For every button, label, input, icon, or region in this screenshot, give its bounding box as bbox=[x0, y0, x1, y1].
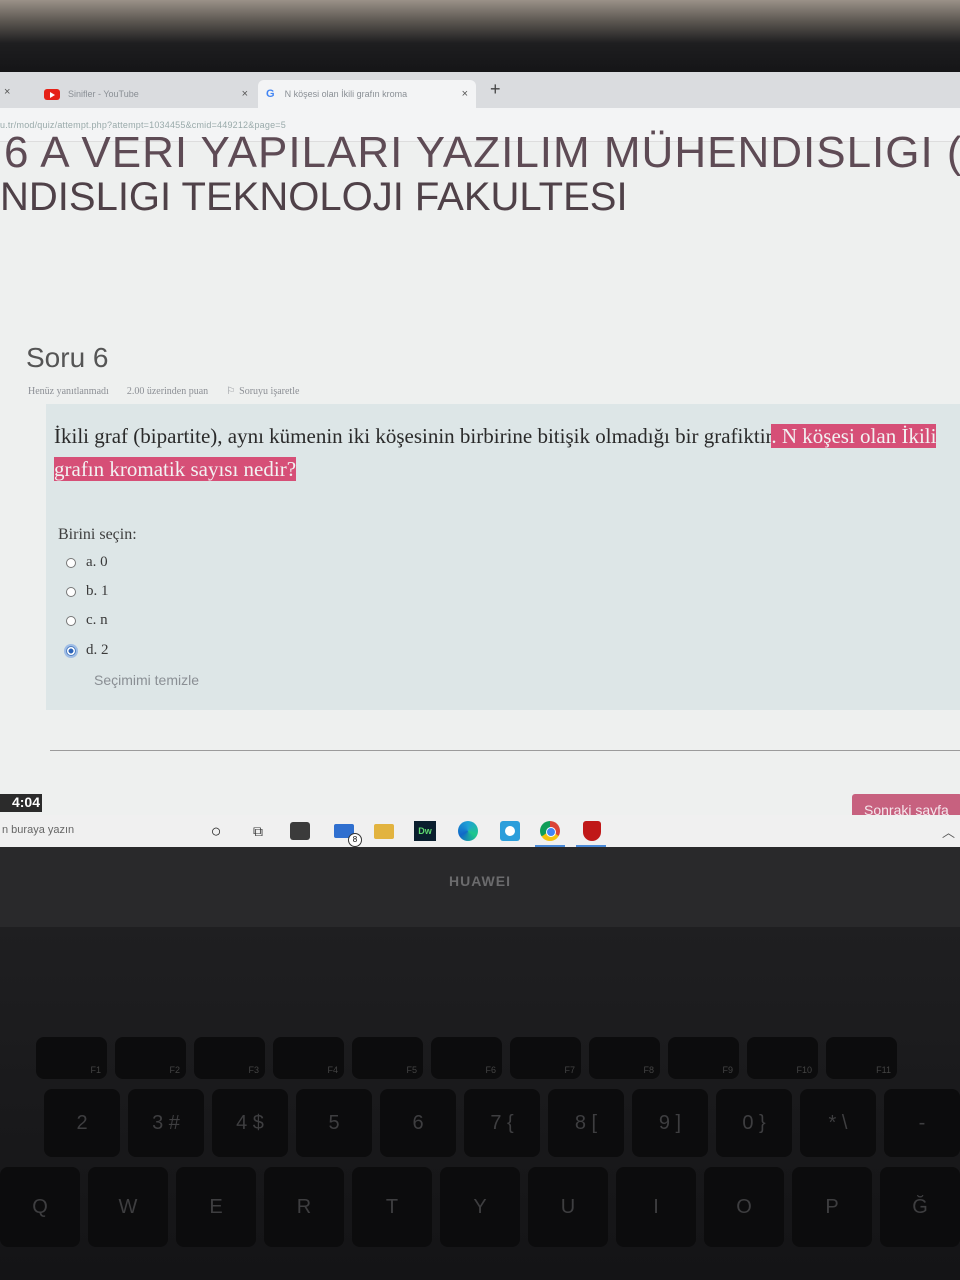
whatsapp-icon[interactable] bbox=[498, 819, 522, 843]
option-label: a. 0 bbox=[86, 554, 108, 570]
flag-question-link[interactable]: ⚐ Soruyu işaretle bbox=[226, 386, 299, 397]
quiz-timer: 4:04 bbox=[0, 794, 42, 812]
keyboard-key: 5 bbox=[296, 1089, 372, 1157]
chevron-up-icon[interactable]: ︿ bbox=[942, 822, 955, 841]
mail-icon[interactable]: 8 bbox=[332, 819, 362, 847]
keyboard-key: 4 $ bbox=[212, 1089, 288, 1157]
mcafee-icon[interactable] bbox=[580, 819, 604, 843]
windows-taskbar: n buraya yazın ○ ⧉ 8 Dw ︿ bbox=[0, 815, 960, 847]
keyboard-key: 0 } bbox=[716, 1089, 792, 1157]
laptop-screen: × Sinifler - YouTube × G N köşesi olan İ… bbox=[0, 72, 960, 847]
keyboard-key: F10 bbox=[747, 1037, 818, 1079]
laptop-top-bezel bbox=[0, 0, 960, 72]
close-icon[interactable]: × bbox=[4, 86, 10, 98]
divider bbox=[50, 750, 960, 751]
tab-google-search[interactable]: G N köşesi olan İkili grafın kroma × bbox=[258, 80, 476, 108]
keyboard-key: F4 bbox=[273, 1037, 344, 1079]
keyboard-key: * \ bbox=[800, 1089, 876, 1157]
flag-icon: ⚐ bbox=[226, 386, 236, 397]
quiz-page: 6 A VERI YAPILARI YAZILIM MÜHENDISLIGI (… bbox=[0, 128, 960, 847]
question-text-plain: İkili graf (bipartite), aynı kümenin iki… bbox=[54, 424, 772, 448]
option-a[interactable]: a. 0 bbox=[66, 554, 108, 571]
radio-button[interactable] bbox=[66, 557, 76, 568]
option-b[interactable]: b. 1 bbox=[66, 583, 109, 600]
keyboard-key: F2 bbox=[115, 1037, 186, 1079]
keyboard-key: Ğ bbox=[880, 1167, 960, 1247]
course-subtitle: NDISLIGI TEKNOLOJI FAKULTESI bbox=[0, 175, 628, 219]
tab-label: N köşesi olan İkili grafın kroma bbox=[284, 89, 408, 99]
keyboard-key: I bbox=[616, 1167, 696, 1247]
clear-choice-link[interactable]: Seçimimi temizle bbox=[94, 672, 199, 688]
keyboard-key: F6 bbox=[431, 1037, 502, 1079]
laptop-bottom-bezel: HUAWEI bbox=[0, 847, 960, 927]
taskbar-search-input[interactable]: n buraya yazın bbox=[0, 815, 195, 847]
keyboard-key: O bbox=[704, 1167, 784, 1247]
flag-label: Soruyu işaretle bbox=[239, 386, 300, 397]
close-icon[interactable]: × bbox=[242, 88, 248, 100]
choose-label: Birini seçin: bbox=[58, 526, 137, 543]
file-explorer-icon[interactable] bbox=[372, 819, 396, 843]
keyboard-key: 6 bbox=[380, 1089, 456, 1157]
question-text: İkili graf (bipartite), aynı kümenin iki… bbox=[54, 420, 954, 486]
keyboard-key: R bbox=[264, 1167, 344, 1247]
store-icon[interactable] bbox=[290, 822, 310, 840]
keyboard-key: F7 bbox=[510, 1037, 581, 1079]
edge-icon[interactable] bbox=[456, 819, 480, 843]
keyboard-key: F1 bbox=[36, 1037, 107, 1079]
google-icon: G bbox=[266, 88, 275, 100]
tab-label: Sinifler - YouTube bbox=[68, 89, 139, 99]
mail-badge: 8 bbox=[348, 833, 362, 847]
question-points: 2.00 üzerinden puan bbox=[126, 386, 209, 397]
option-d[interactable]: d. 2 bbox=[66, 642, 109, 659]
cortana-icon[interactable]: ○ bbox=[204, 819, 228, 843]
question-heading: Soru 6 bbox=[26, 342, 109, 373]
radio-button[interactable] bbox=[66, 615, 76, 626]
option-label: d. 2 bbox=[86, 642, 109, 658]
keyboard-key: E bbox=[176, 1167, 256, 1247]
keyboard-key: F5 bbox=[352, 1037, 423, 1079]
task-view-icon[interactable]: ⧉ bbox=[246, 819, 270, 843]
question-info: Henüz yanıtlanmadı 2.00 üzerinden puan ⚐… bbox=[28, 386, 299, 397]
keyboard-key: 8 [ bbox=[548, 1089, 624, 1157]
dreamweaver-icon[interactable]: Dw bbox=[414, 821, 436, 841]
browser-tab-strip: × Sinifler - YouTube × G N köşesi olan İ… bbox=[0, 72, 960, 108]
keyboard-key: 3 # bbox=[128, 1089, 204, 1157]
keyboard-key: 9 ] bbox=[632, 1089, 708, 1157]
keyboard-key: P bbox=[792, 1167, 872, 1247]
keyboard: F1 F2 F3 F4 F5 F6 F7 F8 F9 F10 F11 23 #4 $5 6 7 {8 [… bbox=[0, 927, 960, 1280]
option-label: b. 1 bbox=[86, 583, 109, 599]
close-icon[interactable]: × bbox=[462, 88, 468, 100]
keyboard-key: F3 bbox=[194, 1037, 265, 1079]
youtube-icon bbox=[44, 88, 60, 100]
new-tab-icon[interactable]: + bbox=[490, 79, 501, 100]
keyboard-key: Q bbox=[0, 1167, 80, 1247]
keyboard-key: - bbox=[884, 1089, 960, 1157]
option-c[interactable]: c. n bbox=[66, 612, 108, 629]
chrome-icon[interactable] bbox=[538, 819, 562, 843]
keyboard-key: F9 bbox=[668, 1037, 739, 1079]
question-box: İkili graf (bipartite), aynı kümenin iki… bbox=[46, 404, 960, 710]
course-title: 6 A VERI YAPILARI YAZILIM MÜHENDISLIGI (… bbox=[4, 128, 960, 177]
keyboard-key: T bbox=[352, 1167, 432, 1247]
question-status: Henüz yanıtlanmadı bbox=[28, 386, 109, 397]
tab-youtube[interactable]: Sinifler - YouTube × bbox=[36, 80, 256, 108]
keyboard-key: F11 bbox=[826, 1037, 897, 1079]
keyboard-key: W bbox=[88, 1167, 168, 1247]
radio-button[interactable] bbox=[66, 586, 76, 597]
keyboard-key: 2 bbox=[44, 1089, 120, 1157]
radio-button-selected[interactable] bbox=[66, 645, 76, 656]
option-label: c. n bbox=[86, 612, 108, 628]
keyboard-key: Y bbox=[440, 1167, 520, 1247]
keyboard-key: U bbox=[528, 1167, 608, 1247]
brand-logo: HUAWEI bbox=[449, 873, 511, 889]
keyboard-key: 7 { bbox=[464, 1089, 540, 1157]
keyboard-key: F8 bbox=[589, 1037, 660, 1079]
